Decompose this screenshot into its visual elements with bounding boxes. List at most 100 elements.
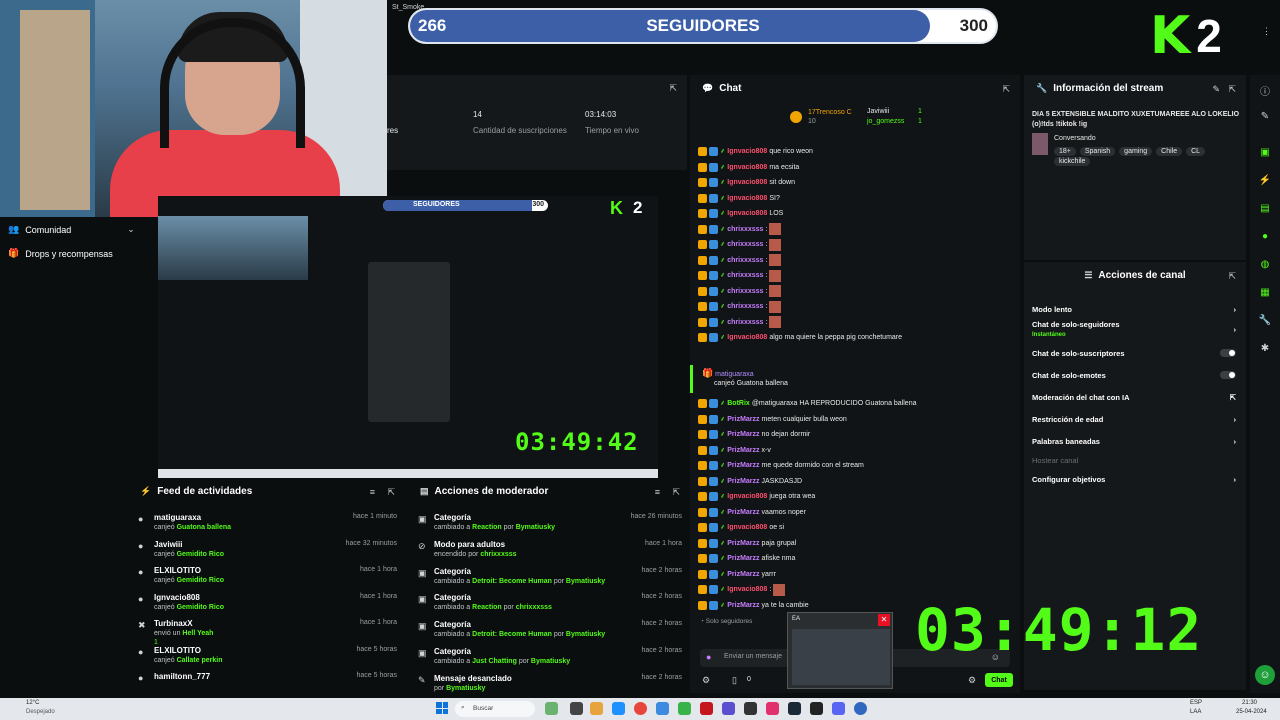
chat-username[interactable]: PrizMarzz: [727, 431, 759, 438]
chat-username[interactable]: Ignvacio808: [727, 493, 767, 500]
clock-time[interactable]: 21:30: [1242, 700, 1257, 706]
chat-username[interactable]: Ignvacio808: [727, 210, 767, 217]
document-icon[interactable]: ▤: [1258, 203, 1272, 217]
app-icon-1[interactable]: [545, 702, 558, 715]
app-icon-4[interactable]: [722, 702, 735, 715]
channel-action-item[interactable]: Chat de solo-seguidores Instantáneo ›: [1032, 320, 1236, 338]
feed-item-user[interactable]: TurbinaxX: [154, 619, 193, 628]
settings-icon[interactable]: ✱: [1258, 343, 1272, 357]
popout-icon[interactable]: ⇱: [1228, 271, 1236, 282]
feed-item-user[interactable]: hamiltonn_777: [154, 672, 210, 681]
pencil-icon[interactable]: ✎: [1258, 111, 1272, 125]
nav-community[interactable]: 👥 Comunidad ⌄: [8, 224, 135, 235]
toggle-switch[interactable]: [1220, 371, 1236, 379]
chat-username[interactable]: BotRix: [727, 400, 750, 407]
chat-username[interactable]: chrixxxsss: [727, 257, 763, 264]
filter-icon[interactable]: ≡: [370, 487, 375, 497]
channel-action-item[interactable]: Modo lento ›: [1032, 302, 1236, 316]
popout-icon[interactable]: ⇱: [1002, 84, 1010, 95]
chat-username[interactable]: Ignvacio808: [727, 179, 767, 186]
filter-icon[interactable]: ≡: [655, 487, 660, 497]
lang-code-2[interactable]: LAA: [1190, 709, 1201, 715]
bolt-icon[interactable]: ⚡: [1258, 175, 1272, 189]
stream-tag[interactable]: 18+: [1054, 147, 1076, 156]
mail-icon[interactable]: [656, 702, 669, 715]
feed-item-user[interactable]: ELXILOTITO: [154, 646, 201, 655]
feed-item-user[interactable]: Ignvacio808: [154, 593, 200, 602]
popout-icon[interactable]: ⇱: [672, 487, 680, 498]
stream-tag[interactable]: gaming: [1119, 147, 1153, 156]
chat-username[interactable]: PrizMarzz: [727, 555, 759, 562]
chat-username[interactable]: Ignvacio808: [727, 524, 767, 531]
feed-item-user[interactable]: ELXILOTITO: [154, 566, 201, 575]
mod-tools-icon[interactable]: ⚙: [702, 675, 710, 686]
chat-username[interactable]: PrizMarzz: [727, 478, 759, 485]
chat-username[interactable]: chrixxxsss: [727, 319, 763, 326]
settings-icon[interactable]: ⚙: [968, 675, 976, 686]
steam-icon[interactable]: [788, 702, 801, 715]
lang-code[interactable]: ESP: [1190, 700, 1202, 706]
chat-username[interactable]: chrixxxsss: [727, 303, 763, 310]
file-explorer-icon[interactable]: [590, 702, 603, 715]
chat-username[interactable]: Ignvacio808: [727, 164, 767, 171]
discord-icon[interactable]: [832, 702, 845, 715]
chat-username[interactable]: PrizMarzz: [727, 416, 759, 423]
feed-item-user[interactable]: matiguaraxa: [154, 513, 201, 522]
wrench-icon[interactable]: 🔧: [1258, 315, 1272, 329]
edit-icon[interactable]: ✎: [1212, 84, 1220, 95]
channel-action-item[interactable]: Palabras baneadas ›: [1032, 434, 1236, 448]
windows-start-icon[interactable]: [436, 702, 448, 714]
feed-item-user[interactable]: Javiwiii: [154, 540, 182, 549]
channel-action-item[interactable]: Chat de solo-suscriptores: [1032, 346, 1236, 360]
channel-action-item[interactable]: Restricción de edad ›: [1032, 412, 1236, 426]
popout-icon[interactable]: ⇱: [1228, 84, 1236, 95]
chat-username[interactable]: PrizMarzz: [727, 447, 759, 454]
clock-date[interactable]: 25-04-2024: [1236, 709, 1267, 715]
stream-tag[interactable]: CL: [1186, 147, 1206, 156]
taskbar-search[interactable]: ⌕ Buscar: [455, 701, 535, 717]
more-icon[interactable]: ⋮: [1262, 26, 1271, 37]
chat-username[interactable]: PrizMarzz: [727, 540, 759, 547]
close-icon[interactable]: ✕: [878, 614, 890, 626]
chat-username[interactable]: PrizMarzz: [727, 509, 759, 516]
chat-bubble-icon[interactable]: ●: [1258, 231, 1272, 245]
chat-username[interactable]: PrizMarzz: [727, 602, 759, 609]
chat-send-button[interactable]: Chat: [985, 673, 1013, 687]
support-icon[interactable]: ☺: [1255, 665, 1275, 685]
chat-username[interactable]: PrizMarzz: [727, 571, 759, 578]
channel-action-item[interactable]: Chat de solo-emotes: [1032, 368, 1236, 382]
chrome-icon[interactable]: [634, 702, 647, 715]
stream-tag[interactable]: kickchile: [1054, 157, 1091, 166]
chat-username[interactable]: Ignvacio808: [727, 334, 767, 341]
modaction-value: Reaction: [472, 604, 502, 612]
chat-username[interactable]: chrixxxsss: [727, 288, 763, 295]
task-view-icon[interactable]: [570, 702, 583, 715]
chat-username[interactable]: chrixxxsss: [727, 226, 763, 233]
chat-username[interactable]: Ignvacio808: [727, 195, 767, 202]
info-icon[interactable]: ⓘ: [1258, 83, 1272, 98]
chat-username[interactable]: chrixxxsss: [727, 272, 763, 279]
stream-tag[interactable]: Spanish: [1079, 147, 1116, 156]
app-icon-7[interactable]: [810, 702, 823, 715]
toggle-switch[interactable]: [1220, 349, 1236, 357]
chat-username[interactable]: PrizMarzz: [727, 462, 759, 469]
app-icon-6[interactable]: [766, 702, 779, 715]
app-icon-2[interactable]: [678, 702, 691, 715]
tool-icon-1[interactable]: ▣: [1258, 147, 1272, 161]
channel-action-item[interactable]: Configurar objetivos ›: [1032, 472, 1236, 486]
stream-tag[interactable]: Chile: [1156, 147, 1183, 156]
nav-drops[interactable]: 🎁 Drops y recompensas: [8, 248, 113, 259]
popout-icon[interactable]: ⇱: [669, 83, 677, 94]
popout-icon[interactable]: ⇱: [387, 487, 395, 498]
edge-icon[interactable]: [612, 702, 625, 715]
grid-icon[interactable]: ▦: [1258, 287, 1272, 301]
chat-username[interactable]: Ignvacio808: [727, 148, 767, 155]
taskbar-preview-popup[interactable]: EA ✕: [787, 612, 893, 689]
chat-username[interactable]: Ignvacio808: [727, 586, 767, 593]
app-icon-8[interactable]: [854, 702, 867, 715]
chat-username[interactable]: chrixxxsss: [727, 241, 763, 248]
app-icon-5[interactable]: [744, 702, 757, 715]
app-icon-3[interactable]: [700, 702, 713, 715]
channel-action-item[interactable]: Moderación del chat con IA ⇱: [1032, 390, 1236, 404]
users-icon[interactable]: ◍: [1258, 259, 1272, 273]
